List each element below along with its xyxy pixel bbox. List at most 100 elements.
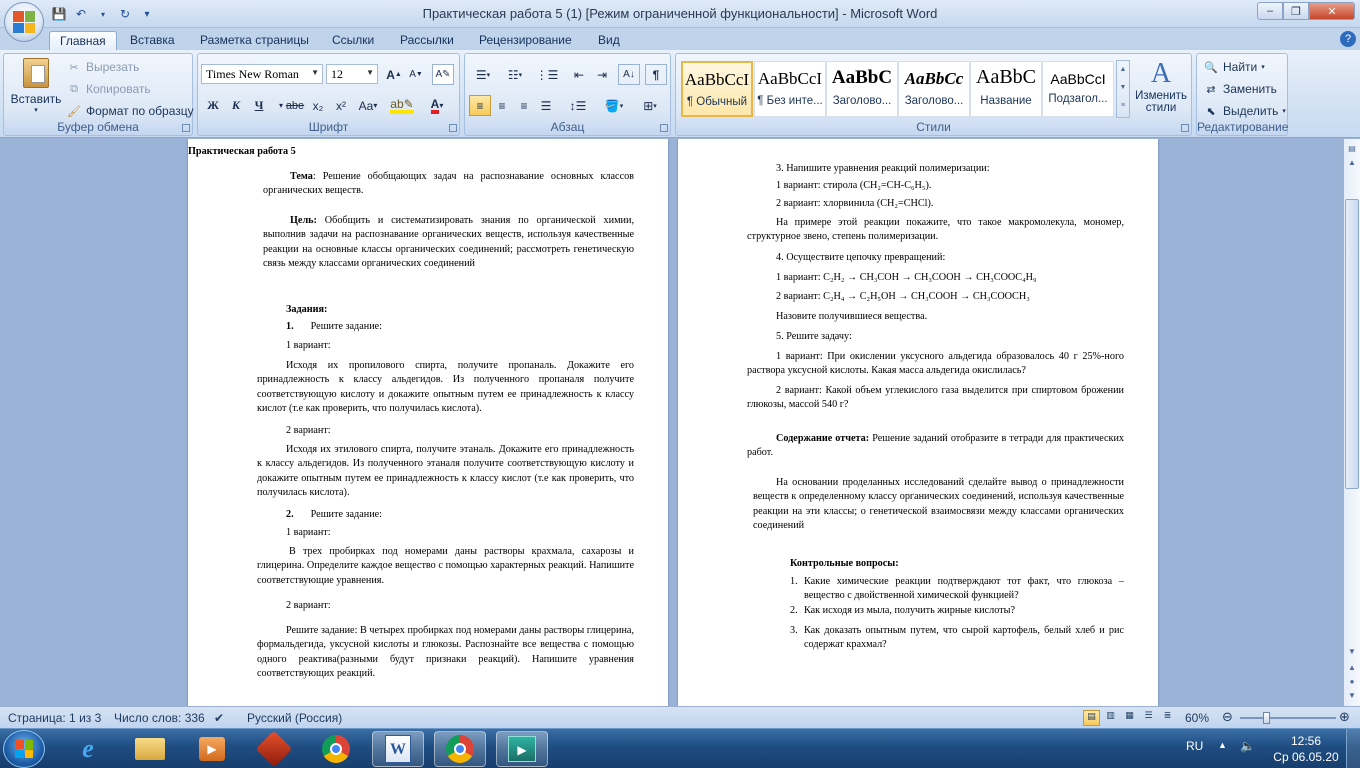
style-subtitle[interactable]: AaBbCcI Подзагол... [1042, 61, 1114, 117]
ruler-toggle-icon[interactable]: ▤ [1345, 141, 1359, 155]
start-button[interactable] [3, 730, 45, 768]
font-name-combo[interactable]: Times New Roman ▼ [201, 64, 323, 84]
save-icon[interactable]: 💾 [50, 5, 68, 23]
style-title[interactable]: AaBbC Название [970, 61, 1042, 117]
zoom-level[interactable]: 60% [1185, 711, 1209, 725]
taskbar-video[interactable]: ▶ [496, 731, 548, 767]
taskbar-chrome-2[interactable] [434, 731, 486, 767]
tab-mailings[interactable]: Рассылки [390, 31, 464, 50]
font-color-button[interactable]: A ▾ [423, 95, 451, 116]
align-left-button[interactable]: ≡ [469, 95, 491, 116]
scroll-thumb[interactable] [1345, 199, 1359, 489]
borders-button[interactable]: ⊞ ▾ [635, 95, 665, 116]
page-count[interactable]: Страница: 1 из 3 [8, 711, 101, 725]
help-icon[interactable]: ? [1340, 31, 1356, 47]
strikethrough-button[interactable]: abe [284, 95, 306, 116]
change-case-button[interactable]: Aa ▾ [354, 95, 382, 116]
customize-qat-icon[interactable]: ▾ [138, 5, 156, 23]
zoom-slider-thumb[interactable] [1263, 712, 1270, 724]
clear-formatting-button[interactable]: A✎ [432, 64, 454, 85]
highlight-button[interactable]: ab✎ [388, 95, 416, 116]
scroll-down-icon[interactable]: ▼ [1345, 644, 1359, 658]
style-heading1[interactable]: AaBbC Заголово... [826, 61, 898, 117]
style-no-spacing[interactable]: AaBbCcI ¶ Без инте... [754, 61, 826, 117]
justify-button[interactable]: ☰ [535, 95, 557, 116]
tab-page-layout[interactable]: Разметка страницы [190, 31, 319, 50]
close-button[interactable]: ✕ [1309, 2, 1355, 20]
paragraph-launcher-icon[interactable] [660, 124, 668, 132]
paste-button[interactable]: Вставить ▾ [8, 56, 64, 120]
style-normal[interactable]: AaBbCcI ¶ Обычный [681, 61, 753, 117]
show-desktop-button[interactable] [1346, 729, 1360, 768]
redo-icon[interactable]: ↻ [116, 5, 134, 23]
zoom-in-icon[interactable]: ⊕ [1339, 709, 1350, 725]
show-marks-button[interactable]: ¶ [645, 64, 667, 85]
clock-time[interactable]: 12:56 [1276, 734, 1336, 748]
web-layout-icon[interactable]: ▦ [1121, 710, 1138, 726]
taskbar-app[interactable] [248, 730, 300, 768]
outline-icon[interactable]: ☰ [1140, 710, 1157, 726]
decrease-indent-button[interactable]: ⇤ [568, 64, 590, 85]
superscript-button[interactable]: x² [330, 95, 352, 116]
sort-button[interactable]: A↓ [618, 64, 640, 85]
grow-font-button[interactable]: A ▲ [383, 64, 405, 85]
align-right-button[interactable]: ≡ [513, 95, 535, 116]
clock-date[interactable]: Ср 06.05.20 [1270, 750, 1342, 764]
previous-page-icon[interactable]: ▲ [1345, 660, 1359, 674]
shrink-font-button[interactable]: A ▼ [405, 64, 427, 85]
page-2[interactable]: 3. Напишите уравнения реакций полимериза… [678, 139, 1158, 706]
maximize-button[interactable]: ❐ [1283, 2, 1309, 20]
next-page-icon[interactable]: ▼ [1345, 688, 1359, 702]
draft-icon[interactable]: ≣ [1159, 710, 1176, 726]
copy-button[interactable]: ⧉ Копировать [66, 81, 151, 97]
taskbar-media-player[interactable]: ▶ [186, 731, 238, 767]
tab-references[interactable]: Ссылки [322, 31, 384, 50]
tray-arrow-icon[interactable]: ▲ [1218, 740, 1227, 750]
find-button[interactable]: 🔍 Найти ▾ [1203, 59, 1265, 75]
zoom-out-icon[interactable]: ⊖ [1222, 709, 1233, 725]
zoom-slider[interactable] [1240, 712, 1336, 724]
dropdown-arrow-icon[interactable]: ▾ [94, 5, 112, 23]
shading-button[interactable]: 🪣 ▾ [599, 95, 629, 116]
multilevel-list-button[interactable]: ⋮☰ [533, 64, 561, 85]
taskbar-internet-explorer[interactable]: e [62, 731, 114, 767]
align-center-button[interactable]: ≡ [491, 95, 513, 116]
language-indicator[interactable]: Русский (Россия) [247, 711, 342, 725]
change-styles-button[interactable]: A Изменить стили [1132, 58, 1190, 120]
font-launcher-icon[interactable] [449, 124, 457, 132]
minimize-button[interactable]: ‒ [1257, 2, 1283, 20]
browse-object-icon[interactable]: ● [1345, 674, 1359, 688]
print-layout-icon[interactable]: ▤ [1083, 710, 1100, 726]
tab-view[interactable]: Вид [588, 31, 630, 50]
style-heading2[interactable]: AaBbCc Заголово... [898, 61, 970, 117]
bullets-button[interactable]: ☰ ▾ [469, 64, 497, 85]
word-count[interactable]: Число слов: 336 [114, 711, 205, 725]
spellcheck-icon[interactable]: ✔ [214, 711, 224, 725]
tab-insert[interactable]: Вставка [120, 31, 185, 50]
volume-icon[interactable]: 🔈 [1240, 739, 1255, 753]
taskbar-word[interactable]: W [372, 731, 424, 767]
full-screen-reading-icon[interactable]: ▥ [1102, 710, 1119, 726]
bold-button[interactable]: Ж [202, 95, 224, 116]
styles-launcher-icon[interactable] [1181, 124, 1189, 132]
styles-scroll[interactable]: ▲ ▼ ≡ [1116, 60, 1130, 118]
cut-button[interactable]: ✂ Вырезать [66, 59, 139, 75]
format-painter-button[interactable]: 🖌 Формат по образцу [66, 103, 194, 119]
underline-button[interactable]: Ч [248, 95, 270, 116]
office-button[interactable] [4, 2, 44, 42]
taskbar-chrome[interactable] [310, 731, 362, 767]
increase-indent-button[interactable]: ⇥ [591, 64, 613, 85]
tab-review[interactable]: Рецензирование [469, 31, 582, 50]
keyboard-language[interactable]: RU [1186, 739, 1203, 753]
page-1[interactable]: Практическая работа 5 Тема: Решение обоб… [188, 139, 668, 706]
taskbar-explorer[interactable] [124, 731, 176, 767]
font-size-combo[interactable]: 12 ▼ [326, 64, 378, 84]
clipboard-launcher-icon[interactable] [182, 124, 190, 132]
select-button[interactable]: ⬉ Выделить ▾ [1203, 103, 1285, 119]
italic-button[interactable]: К [225, 95, 247, 116]
tab-home[interactable]: Главная [49, 31, 117, 50]
subscript-button[interactable]: x₂ [307, 95, 329, 116]
vertical-scrollbar[interactable]: ▤ ▲ ▼ ▲ ● ▼ [1344, 139, 1360, 706]
numbering-button[interactable]: ☷ ▾ [501, 64, 529, 85]
line-spacing-button[interactable]: ↕☰ [563, 95, 593, 116]
